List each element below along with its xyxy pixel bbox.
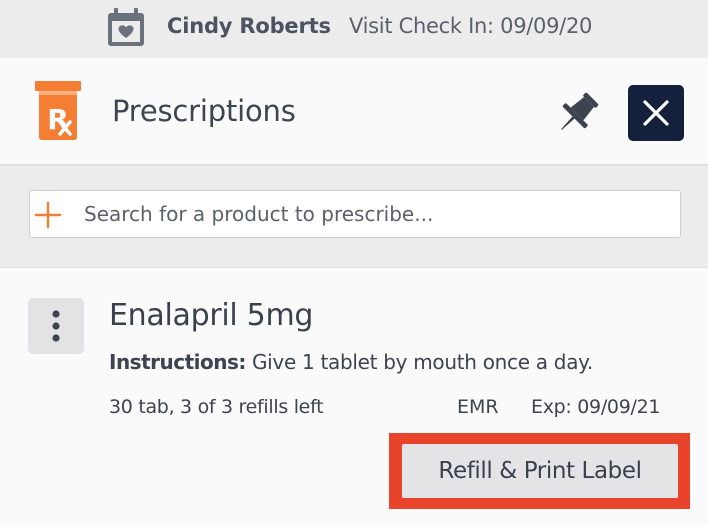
calendar-heart-icon: [107, 7, 145, 51]
panel-title: Prescriptions: [112, 94, 296, 128]
pin-icon: [551, 92, 603, 144]
source-badge: EMR: [457, 396, 499, 418]
rx-bottle-icon: R: [34, 81, 82, 145]
close-button[interactable]: [628, 85, 684, 141]
visit-checkin-date: Visit Check In: 09/09/20: [349, 14, 593, 38]
expiry-date: Exp: 09/09/21: [531, 396, 661, 418]
product-search-box[interactable]: [29, 190, 681, 238]
product-search-input[interactable]: [84, 197, 664, 231]
panel-header: R Prescriptions: [0, 58, 708, 165]
refills-info: 30 tab, 3 of 3 refills left: [109, 396, 324, 418]
refill-print-label-button[interactable]: Refill & Print Label: [402, 444, 678, 498]
patient-name: Cindy Roberts: [167, 14, 331, 38]
search-area: [0, 166, 708, 266]
instructions: Instructions: Give 1 tablet by mouth onc…: [109, 350, 593, 374]
plus-icon: [34, 201, 62, 233]
prescription-menu-button[interactable]: [28, 298, 84, 354]
visit-bar: Cindy Roberts Visit Check In: 09/09/20: [0, 0, 708, 56]
instructions-text: Give 1 tablet by mouth once a day.: [245, 350, 593, 374]
prescription-card: Enalapril 5mg Instructions: Give 1 table…: [0, 267, 708, 525]
drug-name: Enalapril 5mg: [109, 298, 314, 333]
pin-button[interactable]: [551, 88, 603, 140]
instructions-label: Instructions:: [109, 350, 246, 374]
